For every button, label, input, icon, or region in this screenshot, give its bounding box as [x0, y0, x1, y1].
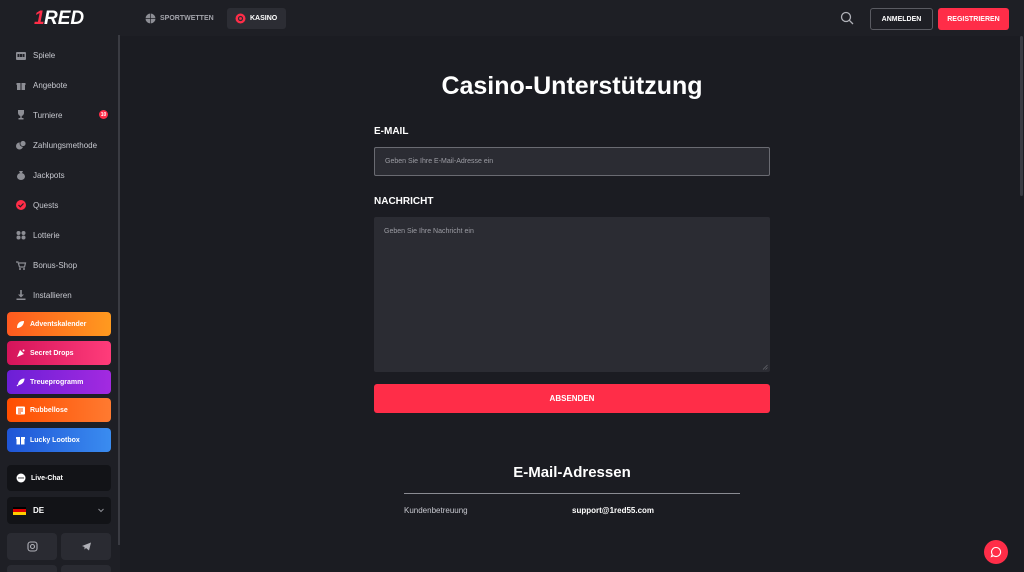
promo-label: Secret Drops: [30, 349, 74, 357]
login-button[interactable]: ANMELDEN: [870, 8, 933, 30]
promo-treueprogramm[interactable]: Treueprogramm: [7, 370, 111, 394]
sidebar-item-label: Lotterie: [33, 230, 60, 240]
email-label: E-MAIL: [374, 126, 409, 137]
scratch-card-icon: [15, 405, 26, 416]
tournament-count-badge: 10: [99, 110, 108, 119]
sidebar-item-label: Angebote: [33, 80, 68, 90]
chat-bubble-icon: [16, 473, 26, 483]
telegram-icon: [81, 542, 91, 551]
page-scrollbar[interactable]: [1020, 36, 1023, 196]
tab-label: KASINO: [250, 15, 278, 22]
email-addresses-heading: E-Mail-Adressen: [513, 464, 631, 481]
gift-icon: [15, 79, 27, 91]
money-bag-icon: [15, 169, 27, 181]
sidebar-item-bonus-shop[interactable]: Bonus-Shop: [0, 250, 118, 280]
quests-icon: [15, 199, 27, 211]
lootbox-icon: [15, 435, 26, 446]
sidebar: 1 RED Spiele Angebote Turniere 10 Zahlun…: [0, 0, 120, 572]
search-icon[interactable]: [840, 11, 854, 25]
email-row-label: Kundenbetreuung: [404, 506, 468, 515]
promo-lucky-lootbox[interactable]: Lucky Lootbox: [7, 428, 111, 452]
submit-button[interactable]: ABSENDEN: [374, 384, 770, 413]
promo-adventskalender[interactable]: Adventskalender: [7, 312, 111, 336]
page-title: Casino-Unterstützung: [441, 72, 703, 100]
telegram-button[interactable]: [61, 533, 111, 560]
promo-secret-drops[interactable]: Secret Drops: [7, 341, 111, 365]
slots-icon: [15, 49, 27, 61]
sidebar-item-angebote[interactable]: Angebote: [0, 70, 118, 100]
chat-icon: [990, 546, 1002, 558]
chevron-down-icon: [98, 508, 104, 513]
rocket-icon: [15, 377, 26, 388]
lottery-icon: [15, 229, 27, 241]
svg-text:RED: RED: [44, 8, 84, 28]
sidebar-scrollbar[interactable]: [118, 35, 120, 545]
sidebar-item-turniere[interactable]: Turniere 10: [0, 100, 118, 130]
social-button[interactable]: [7, 565, 57, 572]
resize-handle-icon[interactable]: [762, 364, 768, 370]
sidebar-item-label: Quests: [33, 200, 59, 210]
language-selector[interactable]: DE: [7, 497, 111, 524]
message-placeholder: Geben Sie Ihre Nachricht ein: [384, 228, 474, 235]
instagram-icon: [26, 541, 38, 552]
german-flag-icon: [13, 506, 26, 515]
language-code: DE: [33, 506, 45, 515]
top-bar: SPORTWETTEN KASINO ANMELDEN REGISTRIEREN: [120, 0, 1024, 36]
sidebar-item-jackpots[interactable]: Jackpots: [0, 160, 118, 190]
sidebar-item-label: Jackpots: [33, 170, 65, 180]
sidebar-item-label: Zahlungsmethode: [33, 140, 98, 150]
chat-launcher-button[interactable]: [984, 540, 1008, 564]
download-icon: [15, 289, 27, 301]
email-placeholder: Geben Sie Ihre E-Mail-Adresse ein: [385, 158, 494, 165]
trophy-icon: [15, 109, 27, 121]
coins-icon: [15, 139, 27, 151]
promo-rubbellose[interactable]: Rubbellose: [7, 398, 111, 422]
instagram-button[interactable]: [7, 533, 57, 560]
sidebar-nav: Spiele Angebote Turniere 10 Zahlungsmeth…: [0, 40, 118, 310]
email-field[interactable]: Geben Sie Ihre E-Mail-Adresse ein: [374, 147, 770, 176]
promo-label: Treueprogramm: [30, 378, 84, 386]
casino-chip-icon: [235, 13, 246, 24]
register-button[interactable]: REGISTRIEREN: [938, 8, 1009, 30]
sidebar-item-zahlungsmethode[interactable]: Zahlungsmethode: [0, 130, 118, 160]
support-email-link[interactable]: support@1red55.com: [572, 506, 654, 515]
live-chat-label: Live-Chat: [31, 474, 63, 482]
live-chat-button[interactable]: Live-Chat: [7, 465, 111, 491]
divider: [404, 493, 740, 494]
sidebar-item-label: Turniere: [33, 110, 63, 120]
sidebar-item-label: Bonus-Shop: [33, 260, 78, 270]
svg-text:1: 1: [34, 8, 45, 28]
sidebar-item-spiele[interactable]: Spiele: [0, 40, 118, 70]
basketball-icon: [145, 13, 156, 24]
tab-label: SPORTWETTEN: [160, 15, 214, 22]
sidebar-item-lotterie[interactable]: Lotterie: [0, 220, 118, 250]
shop-icon: [15, 259, 27, 271]
sidebar-item-label: Installieren: [33, 290, 72, 300]
leaf-icon: [15, 319, 26, 330]
tab-sportwetten[interactable]: SPORTWETTEN: [137, 8, 223, 29]
message-label: NACHRICHT: [374, 196, 434, 207]
sidebar-item-installieren[interactable]: Installieren: [0, 280, 118, 310]
social-button[interactable]: [61, 565, 111, 572]
brand-logo[interactable]: 1 RED: [34, 6, 86, 28]
sidebar-item-label: Spiele: [33, 50, 56, 60]
confetti-icon: [15, 348, 26, 359]
message-textarea[interactable]: Geben Sie Ihre Nachricht ein: [374, 217, 770, 372]
tab-kasino[interactable]: KASINO: [227, 8, 287, 29]
promo-label: Lucky Lootbox: [30, 436, 80, 444]
promo-label: Adventskalender: [30, 320, 87, 328]
promo-label: Rubbellose: [30, 406, 68, 414]
sidebar-item-quests[interactable]: Quests: [0, 190, 118, 220]
